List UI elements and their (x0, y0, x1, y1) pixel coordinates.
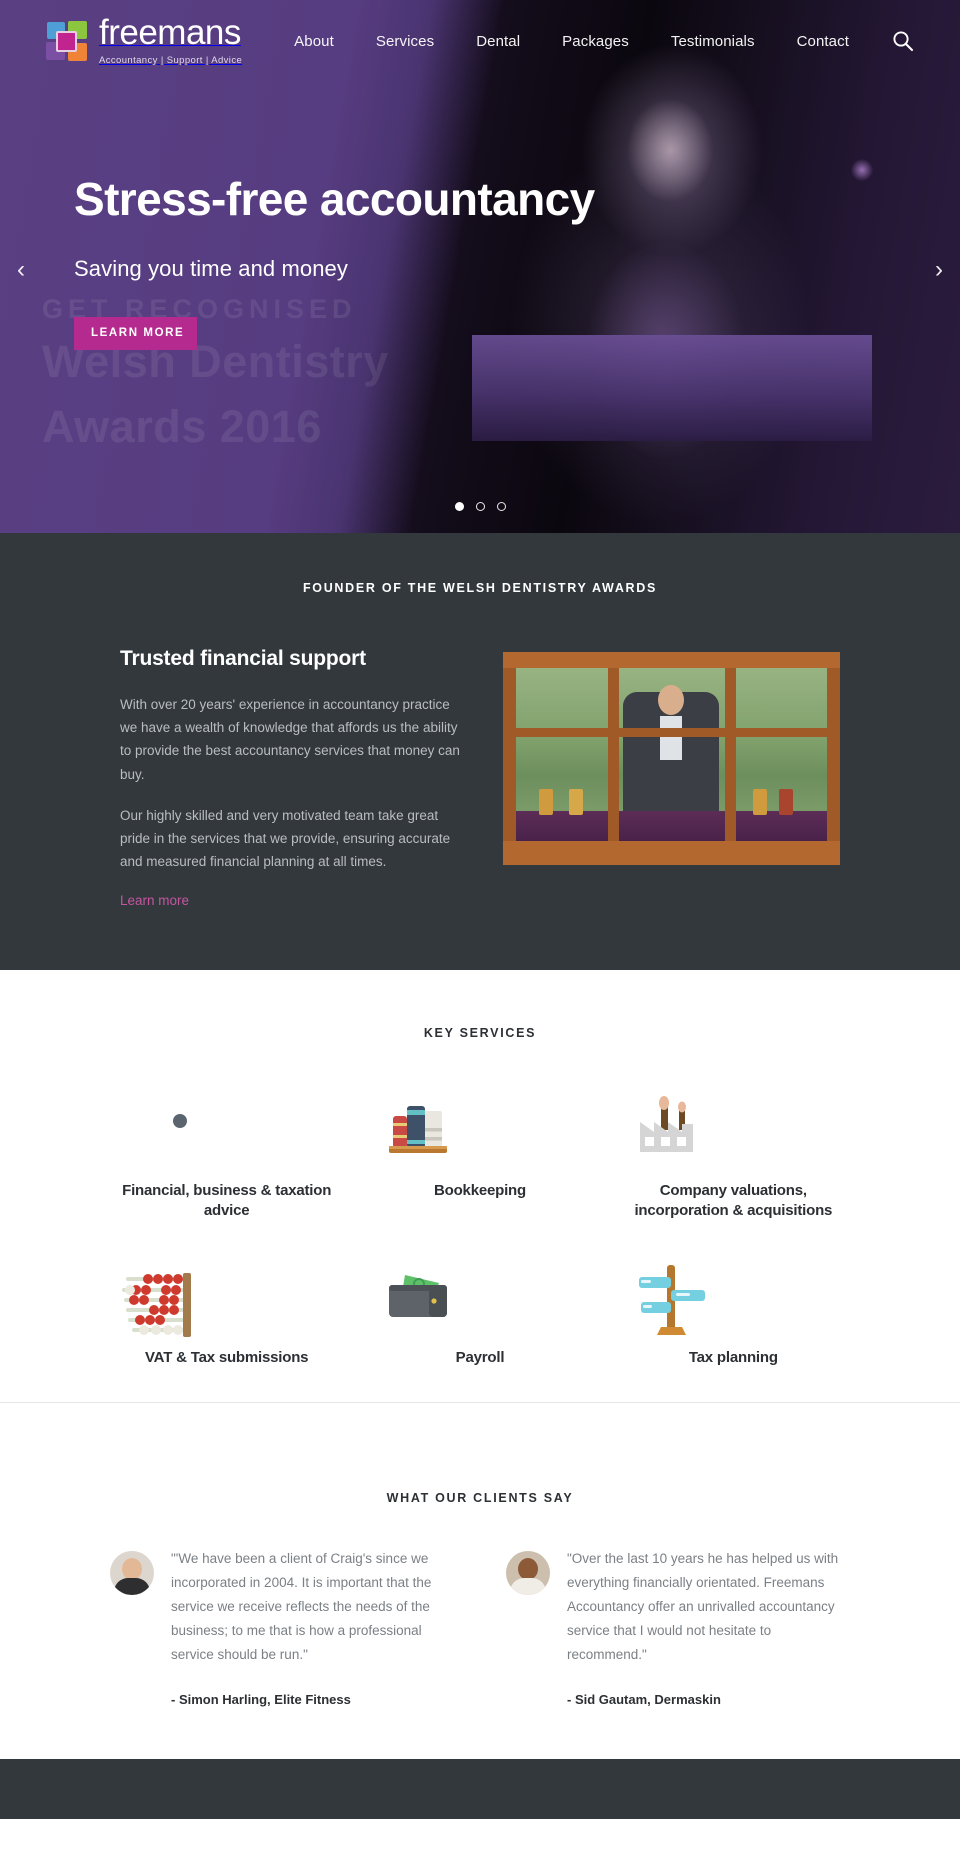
hero-content: Stress-free accountancy Saving you time … (0, 82, 960, 350)
testimonial-item: "'We have been a client of Craig's since… (110, 1547, 454, 1707)
brand-logo-link[interactable]: freemans Accountancy | Support | Advice (46, 15, 273, 68)
page-root: GET RECOGNISED Welsh Dentistry Awards 20… (0, 0, 960, 1820)
signpost-icon (620, 1247, 846, 1349)
about-photo (503, 652, 840, 865)
nav-item-packages[interactable]: Packages (541, 33, 650, 50)
hero-title: Stress-free accountancy (74, 173, 595, 225)
testimonial-author: - Simon Harling, Elite Fitness (171, 1692, 351, 1708)
testimonial-item: "Over the last 10 years he has helped us… (506, 1547, 850, 1707)
key-services-title: KEY SERVICES (423, 1025, 537, 1040)
service-item-vat-tax-submissions[interactable]: VAT & Tax submissions (100, 1247, 353, 1368)
carousel-dots (0, 502, 960, 511)
avatar (110, 1551, 154, 1596)
footer-strip (0, 1759, 960, 1820)
service-label: VAT & Tax submissions (144, 1349, 309, 1367)
nav-item-about[interactable]: About (273, 33, 355, 50)
services-grid: Financial, business & taxation advice Bo… (100, 1079, 860, 1369)
about-paragraph-2: Our highly skilled and very motivated te… (120, 807, 451, 870)
service-item-tax-planning[interactable]: Tax planning (607, 1247, 860, 1368)
testimonials-title: WHAT OUR CLIENTS SAY (386, 1491, 574, 1506)
hero-podium (472, 335, 872, 441)
about-eyebrow: FOUNDER OF THE WELSH DENTISTRY AWARDS (302, 581, 658, 595)
nav-item-dental[interactable]: Dental (455, 33, 541, 50)
service-item-company-valuations[interactable]: Company valuations, incorporation & acqu… (607, 1079, 860, 1222)
carousel-dot-2[interactable] (475, 502, 485, 511)
about-heading: Trusted financial support (120, 647, 366, 670)
brand-name: freemans (99, 12, 241, 52)
factory-icon (620, 1079, 846, 1181)
service-label: Payroll (455, 1349, 505, 1367)
about-section: FOUNDER OF THE WELSH DENTISTRY AWARDS Tr… (0, 533, 960, 970)
nav-item-testimonials[interactable]: Testimonials (650, 33, 776, 50)
wallet-icon (367, 1247, 593, 1349)
line-chart-icon (114, 1079, 340, 1181)
service-label: Financial, business & taxation advice (122, 1181, 332, 1219)
hero-learn-more-button[interactable]: LEARN MORE (74, 316, 197, 350)
testimonial-author: - Sid Gautam, Dermaskin (567, 1692, 721, 1708)
service-label: Company valuations, incorporation & acqu… (634, 1181, 833, 1219)
testimonial-quote: "'We have been a client of Craig's since… (171, 1551, 432, 1663)
about-text-column: Trusted financial support With over 20 y… (120, 647, 465, 910)
service-label: Tax planning (688, 1349, 778, 1367)
hero-carousel: GET RECOGNISED Welsh Dentistry Awards 20… (0, 0, 960, 533)
search-icon[interactable] (892, 30, 914, 52)
service-label: Bookkeeping (434, 1181, 526, 1199)
section-divider (0, 1402, 960, 1404)
abacus-icon (114, 1247, 340, 1349)
main-navigation: About Services Dental Packages Testimoni… (273, 33, 870, 50)
about-paragraph-1: With over 20 years' experience in accoun… (120, 697, 460, 782)
brand-tagline: Accountancy | Support | Advice (99, 54, 243, 66)
service-item-payroll[interactable]: Payroll (353, 1247, 606, 1368)
about-learn-more-link[interactable]: Learn more (120, 893, 189, 908)
service-item-financial-advice[interactable]: Financial, business & taxation advice (100, 1079, 353, 1222)
avatar (506, 1551, 550, 1596)
logo-squares-icon (46, 21, 88, 61)
hero-subtitle: Saving you time and money (74, 255, 348, 281)
nav-item-services[interactable]: Services (355, 33, 455, 50)
testimonials-section: WHAT OUR CLIENTS SAY "'We have been a cl… (0, 1443, 960, 1760)
testimonial-quote: "Over the last 10 years he has helped us… (567, 1551, 839, 1663)
key-services-section: KEY SERVICES Financial, business & taxat… (0, 969, 960, 1444)
carousel-prev-arrow-icon[interactable]: ‹ (17, 258, 25, 282)
books-icon (367, 1079, 593, 1181)
testimonials-grid: "'We have been a client of Craig's since… (110, 1547, 850, 1707)
carousel-dot-3[interactable] (496, 502, 506, 511)
carousel-next-arrow-icon[interactable]: › (935, 258, 943, 282)
carousel-dot-1[interactable] (454, 502, 464, 511)
site-header: freemans Accountancy | Support | Advice … (0, 0, 960, 82)
service-item-bookkeeping[interactable]: Bookkeeping (353, 1079, 606, 1222)
nav-item-contact[interactable]: Contact (776, 33, 870, 50)
